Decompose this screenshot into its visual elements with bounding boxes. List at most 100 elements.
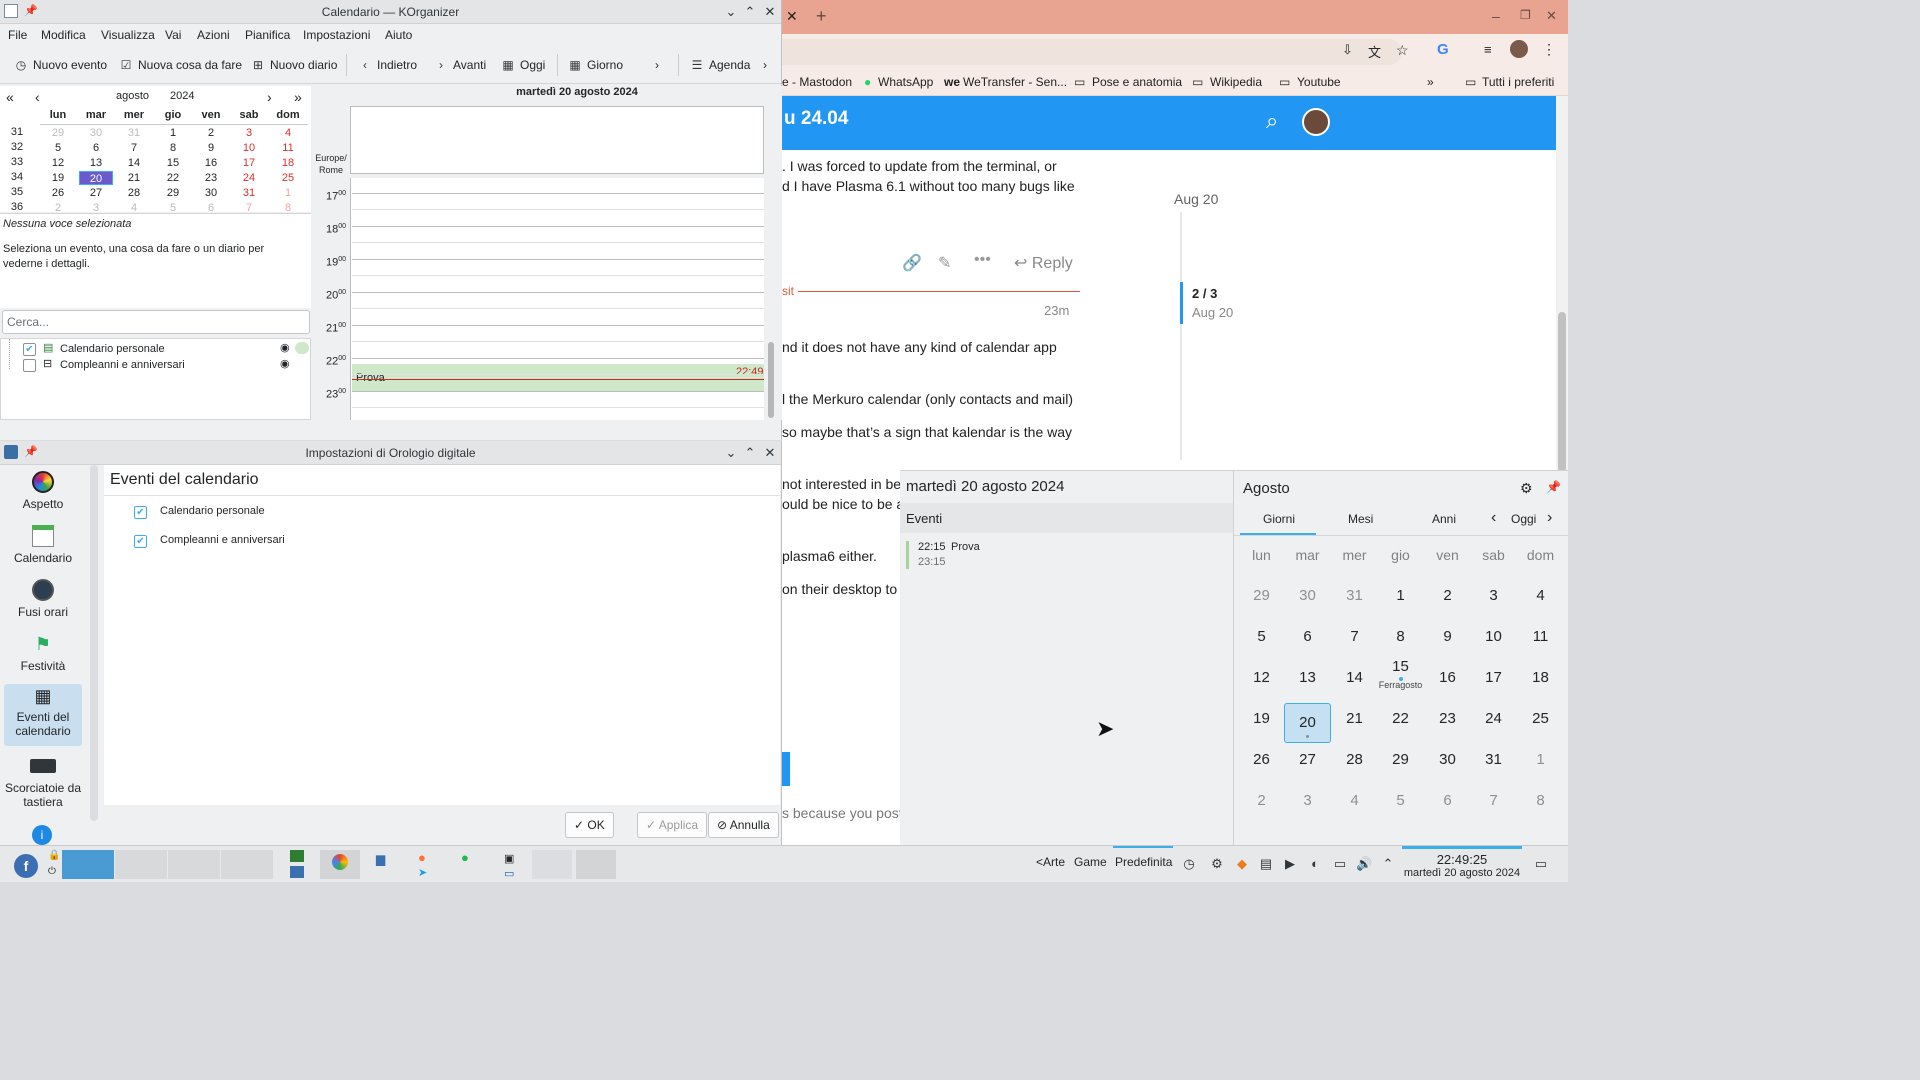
install-icon[interactable]: ⇩ [1342, 42, 1353, 58]
calendar-day[interactable]: 7 [1470, 789, 1517, 827]
mini-day[interactable]: 7 [117, 141, 151, 155]
calendar-day[interactable]: 18 [1517, 666, 1564, 704]
dayview-scrollbar[interactable] [768, 342, 774, 418]
day-view-button[interactable]: ▦ Giorno [568, 58, 623, 72]
menu-edit[interactable]: Modifica [41, 28, 86, 42]
bookmark-all[interactable]: Tutti i preferiti [1482, 75, 1554, 89]
link-icon[interactable]: 🔗 [902, 253, 922, 273]
sidebar-item-timezones[interactable]: Fusi orari [4, 579, 82, 619]
restore-icon[interactable]: ❐ [1520, 8, 1531, 22]
mini-day[interactable]: 22 [156, 171, 190, 185]
calendar-day[interactable]: 8 [1517, 789, 1564, 827]
network-icon[interactable]: ▭ [1332, 856, 1348, 872]
sidebar-scrollbar[interactable] [90, 465, 98, 821]
bookmark-wetransfer[interactable]: WeTransfer - Sen... [963, 75, 1067, 89]
clock-app-icon[interactable]: ◷ [1181, 856, 1197, 872]
task-korganizer[interactable] [576, 850, 616, 879]
calendar-day[interactable]: 21 [1331, 707, 1378, 745]
files-icon[interactable]: ▆ [376, 852, 385, 866]
calendar-day[interactable]: 4 [1331, 789, 1378, 827]
media-player-icon[interactable]: ▶ [1282, 856, 1298, 872]
calendar-day[interactable]: 9 [1424, 625, 1471, 663]
plugin-label[interactable]: Calendario personale [160, 505, 265, 517]
bookmark-youtube[interactable]: Youtube [1297, 75, 1341, 89]
firefox-icon[interactable]: ● [418, 850, 426, 865]
edit-icon[interactable]: ✎ [938, 253, 951, 273]
mini-day[interactable]: 9 [194, 141, 228, 155]
plugin-checkbox[interactable]: ✔ [134, 505, 147, 520]
mini-day[interactable]: 18 [271, 156, 305, 170]
clipboard-icon[interactable]: ▤ [1258, 856, 1274, 872]
info-icon[interactable]: i [32, 825, 52, 845]
personal-calendar-checkbox[interactable]: ✔ [23, 342, 36, 357]
mini-day[interactable]: 28 [117, 186, 151, 200]
tab-days[interactable]: Giorni [1263, 512, 1295, 526]
today-button[interactable]: ▦ Oggi [501, 58, 545, 72]
mini-day[interactable]: 21 [117, 171, 151, 185]
calendar-day[interactable]: 6 [1284, 625, 1331, 663]
calendar-day[interactable]: 17 [1470, 666, 1517, 704]
mini-day[interactable]: 20 [79, 171, 113, 185]
address-bar[interactable] [782, 39, 1402, 65]
mini-day[interactable]: 11 [271, 141, 305, 155]
forward-button[interactable]: › Avanti [434, 58, 486, 72]
mini-day[interactable]: 19 [41, 171, 75, 185]
calendar-color-swatch[interactable] [295, 342, 309, 354]
search-icon[interactable]: ⌕ [1266, 108, 1278, 134]
user-avatar[interactable] [1302, 108, 1330, 136]
mini-day[interactable]: 29 [41, 126, 75, 140]
calendar-day[interactable]: 7 [1331, 625, 1378, 663]
mini-day[interactable]: 6 [79, 141, 113, 155]
menu-go[interactable]: Vai [165, 28, 181, 42]
calendar-day[interactable]: 30 [1424, 748, 1471, 786]
checkbox[interactable]: ✔ [134, 535, 147, 549]
plugin-label[interactable]: Compleanni e anniversari [160, 534, 285, 546]
calendar-day[interactable]: 10 [1470, 625, 1517, 663]
event-name[interactable]: Prova [951, 541, 980, 553]
mini-day[interactable]: 23 [194, 171, 228, 185]
activity-default[interactable]: Predefinita [1115, 855, 1172, 869]
calendar-day[interactable]: 28 [1331, 748, 1378, 786]
activity-game[interactable]: Game [1074, 855, 1107, 869]
kde-connect-icon[interactable]: ◐ [1307, 856, 1323, 872]
week-number[interactable]: 33 [2, 156, 32, 168]
minimize-icon[interactable]: ⌄ [722, 3, 740, 21]
calendar-name[interactable]: Compleanni e anniversari [60, 359, 185, 371]
mini-day[interactable]: 15 [156, 156, 190, 170]
mini-day[interactable]: 1 [156, 126, 190, 140]
search-input[interactable]: Cerca... [2, 310, 310, 334]
calendar-day[interactable]: 25 [1517, 707, 1564, 745]
activity-arte[interactable]: <Arte [1036, 855, 1065, 869]
close-icon[interactable]: ✕ [761, 444, 779, 462]
tab-years[interactable]: Anni [1432, 512, 1456, 526]
minimize-icon[interactable]: ⌄ [722, 444, 740, 462]
scrollbar-thumb[interactable] [1558, 312, 1566, 472]
bookmark-mastodon[interactable]: e - Mastodon [782, 75, 852, 89]
monitor-icon[interactable]: ▭ [504, 867, 514, 880]
mini-day[interactable]: 16 [194, 156, 228, 170]
week-number[interactable]: 32 [2, 141, 32, 153]
app-icon[interactable]: ▣ [504, 852, 514, 865]
agenda-button[interactable]: ☰ Agenda [690, 58, 751, 72]
sidebar-item-appearance[interactable]: Aspetto [4, 471, 82, 511]
eye-icon[interactable]: ◉ [280, 357, 290, 370]
calendar-day[interactable]: 11 [1517, 625, 1564, 663]
spotify-icon[interactable]: ● [461, 850, 469, 865]
taskbar-time[interactable]: 22:49:25 [1400, 852, 1524, 867]
menu-view[interactable]: Visualizza [101, 28, 155, 42]
calendar-day[interactable]: 1 [1377, 584, 1424, 622]
browser-menu-icon[interactable]: ⋮ [1542, 41, 1556, 58]
calendar-name[interactable]: Calendario personale [60, 343, 165, 355]
back-button[interactable]: ‹ Indietro [358, 58, 417, 72]
week-number[interactable]: 36 [2, 201, 32, 213]
calendar-day[interactable]: 19 [1238, 707, 1285, 745]
week-number[interactable]: 31 [2, 126, 32, 138]
calendar-day[interactable]: 4 [1517, 584, 1564, 622]
prev-month-icon[interactable]: ‹ [35, 89, 40, 105]
new-journal-button[interactable]: ⊞ Nuovo diario [251, 58, 337, 72]
updates-icon[interactable]: ⚙ [1209, 856, 1225, 872]
bookmark-whatsapp[interactable]: WhatsApp [878, 75, 933, 89]
checkbox[interactable]: ✔ [23, 343, 36, 357]
bookmark-wikipedia[interactable]: Wikipedia [1210, 75, 1262, 89]
calendar-day[interactable]: 3 [1284, 789, 1331, 827]
